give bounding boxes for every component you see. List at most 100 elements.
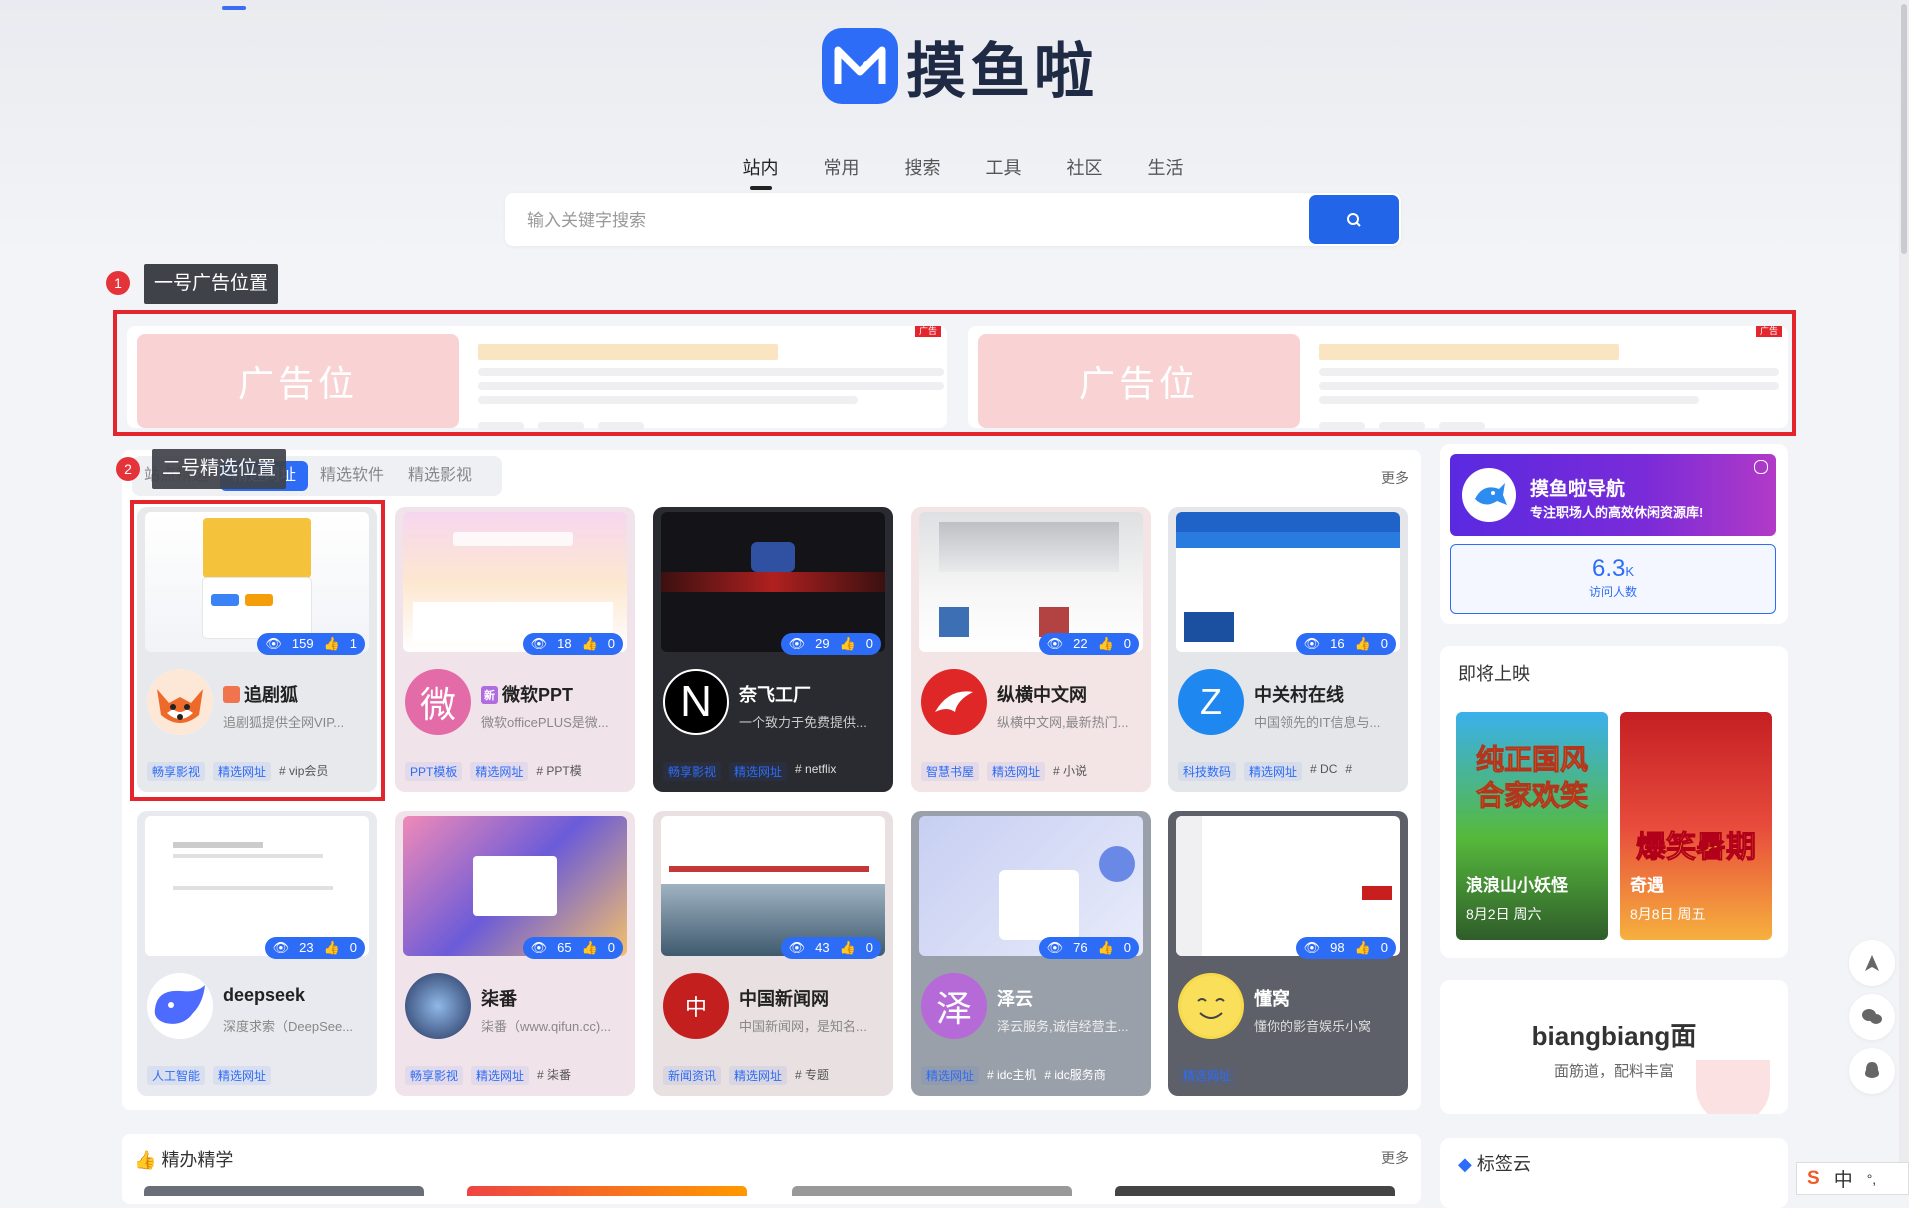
category-tag[interactable]: 科技数码 bbox=[1178, 762, 1237, 781]
site-screenshot bbox=[1176, 512, 1400, 652]
card-title: 懂窝 bbox=[1254, 989, 1290, 1009]
movie-date: 8月8日 周五 bbox=[1630, 906, 1706, 922]
category-tag[interactable]: 精选网址 bbox=[1244, 762, 1303, 781]
movie-title: 浪浪山小妖怪 bbox=[1466, 876, 1568, 895]
site-card-naifei[interactable]: 👁 29 👍 0 N 奈飞工厂 一个致力于免费提供... 畅享影视 精选网址 # n… bbox=[653, 507, 893, 792]
ad-card[interactable]: 广告位 广告 bbox=[968, 326, 1788, 430]
visit-counter: 6.3K 访问人数 bbox=[1450, 544, 1776, 614]
hash-tag[interactable]: # 小说 bbox=[1053, 762, 1087, 781]
card-title: 纵横中文网 bbox=[997, 685, 1087, 705]
hash-tag[interactable]: # bbox=[1345, 762, 1352, 781]
card-title: 追剧狐 bbox=[223, 681, 298, 707]
card-avatar: N bbox=[663, 669, 729, 735]
poster-slogan: 纯正国风 合家欢笑 bbox=[1475, 744, 1588, 812]
hash-tag[interactable]: # DC bbox=[1310, 762, 1337, 781]
view-count: 29 bbox=[815, 636, 830, 651]
category-tag[interactable]: 精选网址 bbox=[213, 1066, 272, 1085]
tab-common[interactable]: 常用 bbox=[801, 150, 882, 190]
hash-tag[interactable]: # PPT模 bbox=[536, 762, 581, 781]
site-card-ppt[interactable]: 👁 18 👍 0 微 新微软PPT 微软officePLUS是微... PPT模板 … bbox=[395, 507, 635, 792]
tab-community[interactable]: 社区 bbox=[1044, 150, 1125, 190]
ad-card[interactable]: 广告位 广告 bbox=[127, 326, 947, 430]
category-tag[interactable]: 精选网址 bbox=[470, 762, 529, 781]
site-logo[interactable]: 摸鱼啦 bbox=[822, 28, 1098, 107]
category-tag[interactable]: 畅享影视 bbox=[663, 762, 722, 781]
featured-tab-movies[interactable]: 精选影视 bbox=[396, 461, 484, 491]
category-tag[interactable]: 精选网址 bbox=[213, 762, 272, 781]
category-tag[interactable]: 精选网址 bbox=[471, 1066, 530, 1085]
search-icon bbox=[1347, 212, 1361, 227]
brand-title: 摸鱼啦导航 bbox=[1530, 479, 1626, 500]
ad-image: 广告位 bbox=[137, 334, 459, 428]
page-scrollbar[interactable] bbox=[1899, 0, 1909, 1195]
featured-tab-software[interactable]: 精选软件 bbox=[308, 461, 396, 491]
site-card-chinanews[interactable]: 👁 43 👍 0 中 中国新闻网 中国新闻网，是知名... 新闻资讯 精选网址 # … bbox=[653, 811, 893, 1096]
section-more-link[interactable]: 更多 bbox=[1381, 1148, 1409, 1168]
view-count: 22 bbox=[1073, 636, 1088, 651]
category-tag[interactable]: 人工智能 bbox=[147, 1066, 206, 1085]
category-tag[interactable]: 精选网址 bbox=[987, 762, 1046, 781]
fox-avatar-icon bbox=[147, 669, 213, 735]
site-card-zeyun[interactable]: 👁 76 👍 0 泽 泽云 泽云服务,诚信经营主... 精选网址 # idc主机 #… bbox=[911, 811, 1151, 1096]
category-tag[interactable]: PPT模板 bbox=[405, 762, 463, 781]
view-count: 159 bbox=[291, 636, 314, 651]
brand-banner[interactable]: 摸鱼啦导航 专注职场人的高效休闲资源库! bbox=[1450, 454, 1776, 536]
ad-placeholder-bar bbox=[478, 382, 944, 390]
scrollbar-thumb[interactable] bbox=[1901, 4, 1907, 254]
site-card-zhuijuhu[interactable]: 👁 159 👍 1 追剧狐 追剧狐提供全网VIP... 畅享影视 精选网址 # vi… bbox=[137, 507, 377, 792]
tab-search[interactable]: 搜索 bbox=[882, 150, 963, 190]
site-card-zongheng[interactable]: 👁 22 👍 0 纵横中文网 纵横中文网,最新热门... 智慧书屋 精选网址 # 小… bbox=[911, 507, 1151, 792]
hash-tag[interactable]: # netflix bbox=[795, 762, 836, 781]
like-icon: 👍 bbox=[1354, 940, 1371, 955]
tab-site[interactable]: 站内 bbox=[720, 150, 801, 190]
qq-button[interactable] bbox=[1849, 1048, 1895, 1094]
ime-indicator[interactable]: S 中 °, bbox=[1796, 1162, 1909, 1195]
views-icon: 👁 bbox=[1303, 636, 1321, 651]
like-count: 0 bbox=[607, 636, 615, 651]
hash-tag[interactable]: # idc服务商 bbox=[1044, 1066, 1105, 1085]
category-tag[interactable]: 精选网址 bbox=[729, 762, 788, 781]
hash-tag[interactable]: # vip会员 bbox=[279, 762, 328, 781]
category-tag[interactable]: 畅享影视 bbox=[147, 762, 206, 781]
tab-life[interactable]: 生活 bbox=[1125, 150, 1206, 190]
like-count: 0 bbox=[865, 940, 873, 955]
hash-tag[interactable]: # 专题 bbox=[795, 1066, 829, 1085]
site-screenshot bbox=[1176, 816, 1400, 956]
tag-cloud-title: ◆ 标签云 bbox=[1458, 1150, 1531, 1176]
tag-icon: ◆ bbox=[1458, 1154, 1472, 1174]
view-count: 98 bbox=[1330, 940, 1345, 955]
search-button[interactable] bbox=[1309, 195, 1399, 244]
category-tag[interactable]: 精选网址 bbox=[1178, 1066, 1237, 1085]
visit-value: 6.3 bbox=[1591, 555, 1626, 582]
card-avatar: Z bbox=[1178, 669, 1244, 735]
site-screenshot bbox=[919, 816, 1143, 956]
movie-poster[interactable]: 纯正国风 合家欢笑 浪浪山小妖怪 8月2日 周六 bbox=[1456, 712, 1608, 940]
card-desc: 中国新闻网，是知名... bbox=[739, 1019, 867, 1034]
category-tag[interactable]: 畅享影视 bbox=[405, 1066, 464, 1085]
visit-number: 6.3K bbox=[1451, 555, 1775, 583]
featured-more-link[interactable]: 更多 bbox=[1381, 468, 1409, 488]
wechat-button[interactable] bbox=[1849, 994, 1895, 1040]
site-card-zol[interactable]: 👁 16 👍 0 Z 中关村在线 中国领先的IT信息与... 科技数码 精选网址 #… bbox=[1168, 507, 1408, 792]
hash-tag[interactable]: # 柒番 bbox=[537, 1066, 571, 1085]
card-stats: 👁 76 👍 0 bbox=[1038, 937, 1139, 959]
category-tag[interactable]: 精选网址 bbox=[921, 1066, 980, 1085]
category-tag[interactable]: 新闻资讯 bbox=[663, 1066, 722, 1085]
site-card-dongwo[interactable]: 👁 98 👍 0 懂窝 懂你的影音娱乐小窝 精选网址 bbox=[1168, 811, 1408, 1096]
movie-poster[interactable]: 爆笑暑期 奇遇 8月8日 周五 bbox=[1620, 712, 1772, 940]
site-screenshot bbox=[145, 512, 369, 652]
plus-icon[interactable] bbox=[1754, 460, 1768, 474]
card-avatar: 微 bbox=[405, 669, 471, 735]
tab-tools[interactable]: 工具 bbox=[963, 150, 1044, 190]
category-tag[interactable]: 智慧书屋 bbox=[921, 762, 980, 781]
search-input[interactable] bbox=[505, 193, 1329, 248]
site-card-deepseek[interactable]: 👁 23 👍 0 deepseek 深度求索（DeepSee... 人工智能 精选网… bbox=[137, 811, 377, 1096]
category-tag[interactable]: 精选网址 bbox=[729, 1066, 788, 1085]
like-icon: 👍 bbox=[839, 940, 856, 955]
hash-tag[interactable]: # idc主机 bbox=[987, 1066, 1036, 1085]
site-card-qifan[interactable]: 👁 65 👍 0 柒番 柒番（www.qifun.cc)... 畅享影视 精选网址 … bbox=[395, 811, 635, 1096]
search-bar bbox=[505, 193, 1401, 248]
annotation-label-ad: 一号广告位置 bbox=[144, 264, 279, 304]
food-widget[interactable]: biangbiang面 面筋道，配料丰富 bbox=[1440, 980, 1788, 1114]
back-to-top-button[interactable] bbox=[1849, 940, 1895, 986]
